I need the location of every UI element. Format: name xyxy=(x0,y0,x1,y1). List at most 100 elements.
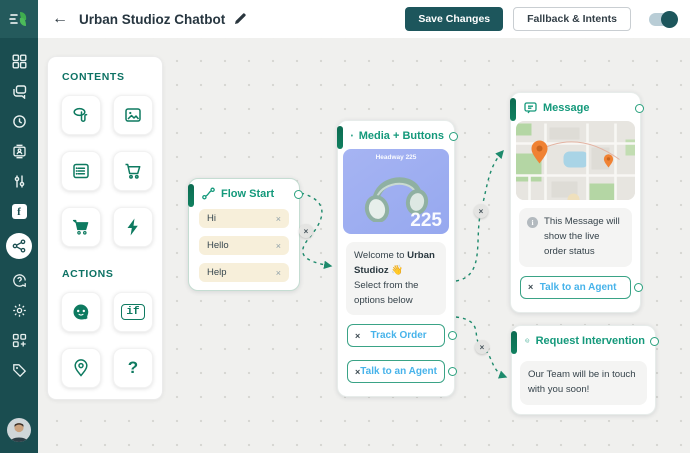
filters-icon[interactable] xyxy=(11,173,28,190)
tags-icon[interactable] xyxy=(11,362,28,379)
save-changes-button[interactable]: Save Changes xyxy=(405,7,503,31)
edit-title-icon[interactable] xyxy=(234,13,246,25)
contacts-icon[interactable] xyxy=(11,143,28,160)
output-port[interactable] xyxy=(448,331,457,340)
page-title: Urban Studioz Chatbot xyxy=(79,12,225,27)
back-arrow-icon[interactable]: ← xyxy=(52,11,68,27)
button-label: Talk to an Agent xyxy=(533,282,623,293)
button-widget[interactable] xyxy=(61,95,101,135)
output-port[interactable] xyxy=(294,190,303,199)
node-header: Media + Buttons xyxy=(338,121,454,148)
keyword-pill[interactable]: Hi × xyxy=(199,209,289,228)
note-text: This Message will show the live order st… xyxy=(544,215,624,260)
top-bar-actions: Save Changes Fallback & Intents xyxy=(405,7,676,31)
dashboard-icon[interactable] xyxy=(11,53,28,70)
request-intervention-node[interactable]: Request Intervention Our Team will be in… xyxy=(511,325,656,415)
condition-action[interactable]: if xyxy=(113,292,153,332)
talk-to-agent-button[interactable]: × Talk to an Agent xyxy=(520,276,631,299)
output-port[interactable] xyxy=(448,367,457,376)
keyword-pill[interactable]: Hello × xyxy=(199,236,289,255)
button-label: Talk to an Agent xyxy=(360,366,437,377)
node-title: Media + Buttons xyxy=(359,130,444,142)
map-illustration xyxy=(516,123,635,200)
node-accent-bar xyxy=(510,98,516,121)
flow-start-node[interactable]: Flow Start Hi × Hello × Help × xyxy=(188,178,300,291)
delete-wire-icon[interactable]: × xyxy=(299,224,313,238)
image-widget[interactable] xyxy=(113,95,153,135)
remove-keyword-icon[interactable]: × xyxy=(276,241,281,251)
logo-icon xyxy=(8,8,30,30)
help-icon[interactable] xyxy=(11,272,28,289)
media-image-caption: Headway 225 xyxy=(343,154,449,161)
toggle-knob xyxy=(661,11,678,28)
remove-keyword-icon[interactable]: × xyxy=(276,214,281,224)
question-action[interactable]: ? xyxy=(113,348,153,388)
map-image[interactable] xyxy=(516,121,635,200)
list-widget[interactable] xyxy=(61,151,101,191)
info-icon: i xyxy=(527,217,538,228)
settings-icon[interactable] xyxy=(11,302,28,319)
fallback-intents-button[interactable]: Fallback & Intents xyxy=(513,7,631,31)
user-avatar[interactable] xyxy=(7,418,31,442)
checkout-cart-widget[interactable] xyxy=(61,207,101,247)
integrations-icon[interactable] xyxy=(11,332,28,349)
location-action[interactable] xyxy=(61,348,101,388)
widget-palette: CONTENTS xyxy=(47,56,163,400)
node-title: Message xyxy=(543,102,589,114)
top-bar: ← Urban Studioz Chatbot Save Changes Fal… xyxy=(38,0,690,38)
node-header: Request Intervention xyxy=(512,326,655,353)
cart-widget[interactable] xyxy=(113,151,153,191)
keyword-label: Hello xyxy=(207,240,229,251)
keyword-label: Hi xyxy=(207,213,216,224)
node-title: Flow Start xyxy=(221,188,274,200)
welcome-text: Welcome to xyxy=(354,250,407,261)
subtext: Select from the options below xyxy=(354,280,419,306)
message-node[interactable]: Message xyxy=(510,92,641,313)
media-icon xyxy=(351,129,353,142)
node-header: Flow Start xyxy=(189,179,299,209)
note-text: Our Team will be in touch with you soon! xyxy=(528,369,636,395)
keyword-pill[interactable]: Help × xyxy=(199,263,289,282)
flow-icon xyxy=(202,187,215,200)
talk-to-agent-button[interactable]: × Talk to an Agent xyxy=(347,360,445,383)
actions-section-label: ACTIONS xyxy=(62,268,162,280)
quick-reply-widget[interactable] xyxy=(113,207,153,247)
bot-builder-icon[interactable] xyxy=(6,233,32,259)
track-order-button[interactable]: × Track Order xyxy=(347,324,445,347)
keyword-label: Help xyxy=(207,267,227,278)
node-accent-bar xyxy=(337,126,343,149)
delete-wire-icon[interactable]: × xyxy=(474,204,488,218)
output-port[interactable] xyxy=(634,283,643,292)
button-label: Track Order xyxy=(360,330,437,341)
remove-keyword-icon[interactable]: × xyxy=(276,268,281,278)
output-port[interactable] xyxy=(449,132,458,141)
wave-emoji: 👋 xyxy=(389,265,404,276)
contents-section-label: CONTENTS xyxy=(62,71,162,83)
message-note: i This Message will show the live order … xyxy=(519,208,632,267)
intervention-note: Our Team will be in touch with you soon! xyxy=(520,361,647,405)
media-image-number: 225 xyxy=(410,210,442,232)
conversations-icon[interactable] xyxy=(11,83,28,100)
output-port[interactable] xyxy=(635,104,644,113)
output-port[interactable] xyxy=(650,337,659,346)
actions-grid: if ? xyxy=(61,292,162,388)
flow-canvas[interactable]: × × × CONTENTS xyxy=(38,38,690,453)
node-title: Request Intervention xyxy=(536,335,645,347)
left-rail: f xyxy=(0,0,38,453)
history-icon[interactable] xyxy=(11,113,28,130)
message-icon xyxy=(524,101,537,114)
contents-grid xyxy=(61,95,162,247)
rail-nav: f xyxy=(6,53,32,379)
node-accent-bar xyxy=(511,331,517,354)
delete-wire-icon[interactable]: × xyxy=(475,340,489,354)
facebook-icon[interactable]: f xyxy=(11,203,28,220)
message-text: Welcome to Urban Studioz 👋 Select from t… xyxy=(346,242,446,315)
bot-enabled-toggle[interactable] xyxy=(649,13,676,26)
node-accent-bar xyxy=(188,184,194,207)
agent-icon xyxy=(525,334,530,347)
media-buttons-node[interactable]: Media + Buttons Headway 225 225 Welcome … xyxy=(337,120,455,397)
media-image[interactable]: Headway 225 225 xyxy=(343,149,449,234)
node-header: Message xyxy=(511,93,640,120)
bot-action[interactable] xyxy=(61,292,101,332)
app-logo[interactable] xyxy=(0,0,38,38)
